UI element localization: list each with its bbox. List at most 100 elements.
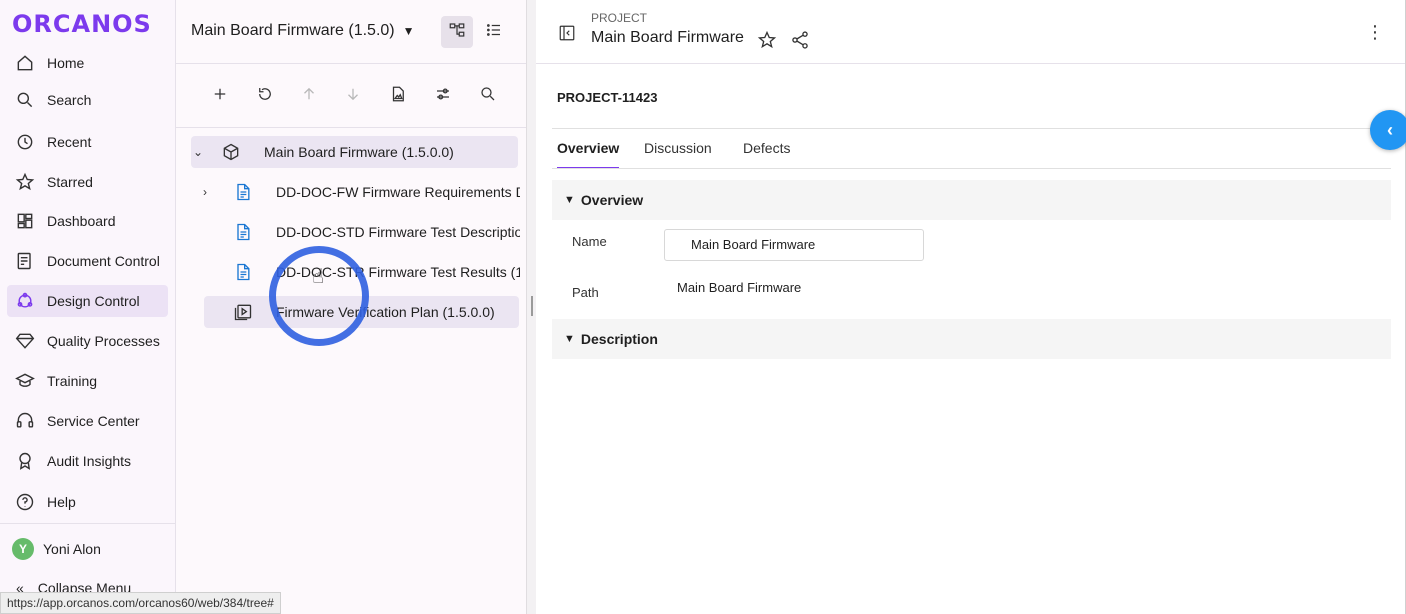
entity-type-label: PROJECT (591, 11, 648, 25)
award-icon (14, 450, 36, 472)
tabs-divider (552, 168, 1391, 169)
diamond-icon (14, 330, 36, 352)
section-title: Description (580, 331, 658, 347)
orcanos-logo[interactable]: ORCANOS (12, 10, 152, 38)
panel-resizer[interactable] (526, 0, 536, 614)
sidebar-item-label: Quality Processes (47, 333, 160, 349)
sidebar-item-document-control[interactable]: Document Control (7, 245, 168, 277)
favorite-button[interactable] (757, 30, 777, 55)
sidebar-item-recent[interactable]: Recent (7, 126, 168, 158)
export-document-button[interactable] (384, 82, 412, 110)
path-field-label: Path (572, 285, 599, 300)
project-id: PROJECT-11423 (557, 90, 658, 105)
filter-settings-button[interactable] (429, 82, 457, 110)
user-name: Yoni Alon (43, 541, 101, 557)
detail-panel: PROJECT Main Board Firmware ⋮ PROJECT-11… (536, 0, 1406, 614)
page-title: Main Board Firmware (591, 29, 744, 46)
plus-icon (211, 85, 229, 108)
sidebar-item-starred[interactable]: Starred (7, 166, 168, 198)
star-icon (14, 171, 36, 193)
tree-node-label: DD-DOC-FW Firmware Requirements Do (276, 184, 520, 200)
sidebar-item-service-center[interactable]: Service Center (7, 405, 168, 437)
toggle-panel-button[interactable] (558, 24, 576, 42)
section-description-header[interactable]: ▼ Description (552, 319, 1391, 359)
home-icon (14, 52, 36, 74)
chevron-left-icon: ‹ (1387, 119, 1393, 140)
sidebar-item-label: Audit Insights (47, 453, 132, 469)
history-icon (14, 131, 36, 153)
tree-title-text: Main Board Firmware (1.5.0) (191, 22, 395, 39)
sidebar-item-dashboard[interactable]: Dashboard (7, 205, 168, 237)
sidebar-item-home[interactable]: Home (7, 47, 168, 79)
sidebar-item-audit-insights[interactable]: Audit Insights (7, 445, 168, 477)
document-icon (233, 182, 253, 202)
list-view-icon (485, 21, 503, 44)
sidebar-item-label: Recent (47, 134, 92, 150)
sidebar-collapse-icon (558, 25, 576, 46)
hand-cursor-icon: ☝ (312, 266, 325, 288)
section-overview-header[interactable]: ▼ Overview (552, 180, 1391, 220)
more-options-button[interactable]: ⋮ (1366, 22, 1384, 43)
tree-node[interactable]: › DD-DOC-FW Firmware Requirements Do (191, 176, 520, 208)
package-icon (221, 142, 241, 162)
graduation-cap-icon (14, 370, 36, 392)
name-field-label: Name (572, 234, 607, 249)
star-icon (757, 30, 777, 54)
sidebar-item-search[interactable]: Search (7, 84, 168, 116)
image-document-icon (389, 85, 407, 108)
sidebar-item-label: Search (47, 92, 92, 108)
tree-node[interactable]: DD-DOC-STD Firmware Test Description (191, 216, 520, 248)
move-up-button[interactable] (295, 82, 323, 110)
tree-node-label: Main Board Firmware (1.5.0.0) (264, 144, 454, 160)
share-button[interactable] (790, 30, 810, 55)
name-field[interactable]: Main Board Firmware (664, 229, 924, 261)
expand-side-panel-button[interactable]: ‹ (1370, 110, 1406, 150)
sidebar-item-label: Training (47, 373, 98, 389)
headset-icon (14, 410, 36, 432)
sidebar-item-training[interactable]: Training (7, 365, 168, 397)
status-bar-url: https://app.orcanos.com/orcanos60/web/38… (0, 592, 281, 614)
tab-discussion[interactable]: Discussion (644, 140, 712, 167)
tree-divider (176, 127, 526, 128)
tree-node-label: DD-DOC-STD Firmware Test Description (276, 224, 520, 240)
sliders-icon (434, 85, 452, 108)
add-button[interactable] (206, 82, 234, 110)
chevron-down-icon[interactable]: ⌄ (193, 145, 207, 159)
arrow-up-icon (300, 85, 318, 108)
chevron-down-icon: ▼ (564, 194, 575, 206)
arrow-down-icon (344, 85, 362, 108)
sidebar-item-label: Starred (47, 174, 93, 190)
chevron-right-icon[interactable]: › (203, 185, 217, 199)
tab-defects[interactable]: Defects (743, 140, 790, 167)
refresh-icon (256, 85, 274, 108)
avatar: Y (12, 538, 34, 560)
user-profile[interactable]: Y Yoni Alon (12, 538, 101, 560)
tree-search-button[interactable] (474, 82, 502, 110)
tab-overview[interactable]: Overview (557, 140, 620, 169)
path-value: Main Board Firmware (677, 280, 802, 295)
move-down-button[interactable] (339, 82, 367, 110)
sidebar-item-label: Dashboard (47, 213, 116, 229)
sidebar-item-design-control[interactable]: Design Control (7, 285, 168, 317)
tree-header: Main Board Firmware (1.5.0) ▼ (176, 0, 526, 64)
document-icon (233, 222, 253, 242)
sidebar-item-label: Service Center (47, 413, 140, 429)
detail-header: PROJECT Main Board Firmware ⋮ (536, 0, 1405, 64)
tree-node-root[interactable]: ⌄ Main Board Firmware (1.5.0.0) (191, 136, 518, 168)
sidebar-item-label: Home (47, 55, 85, 71)
video-plan-icon (233, 302, 253, 322)
list-view-button[interactable] (478, 16, 510, 48)
resizer-grip (531, 296, 533, 316)
chevron-down-icon: ▼ (402, 24, 415, 38)
project-version-selector[interactable]: Main Board Firmware (1.5.0) ▼ (191, 22, 415, 40)
tree-view-button[interactable] (441, 16, 473, 48)
more-vertical-icon: ⋮ (1366, 22, 1384, 42)
section-title: Overview (580, 192, 644, 208)
search-icon (14, 89, 36, 111)
sidebar-item-quality-processes[interactable]: Quality Processes (7, 325, 168, 357)
refresh-button[interactable] (251, 82, 279, 110)
help-icon (14, 491, 36, 513)
sidebar-item-help[interactable]: Help (7, 486, 168, 518)
search-icon (479, 85, 497, 108)
divider (552, 128, 1391, 129)
